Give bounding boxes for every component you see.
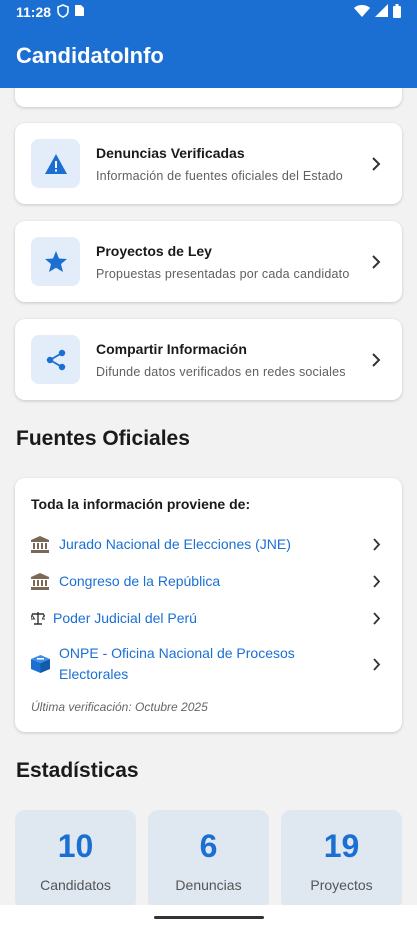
stat-card-candidatos: 10 Candidatos (15, 810, 136, 905)
stat-value: 10 (57, 828, 94, 864)
stat-value: 6 (199, 828, 218, 864)
status-time: 11:28 (16, 4, 52, 20)
warning-icon (31, 139, 80, 188)
source-link-onpe[interactable]: ONPE - Oficina Nacional de Procesos Elec… (31, 643, 386, 685)
feature-subtitle: Información de fuentes oficiales del Est… (96, 168, 343, 183)
stat-label: Proyectos (310, 877, 373, 893)
ballot-box-icon (31, 655, 53, 673)
stat-card-proyectos: 19 Proyectos (281, 810, 402, 905)
sources-header: Toda la información proviene de: (31, 496, 251, 512)
app-bar: CandidatoInfo (0, 24, 417, 88)
chevron-right-icon (366, 350, 386, 370)
source-link-poder-judicial[interactable]: Poder Judicial del Perú (31, 608, 386, 629)
feature-card-compartir[interactable]: Compartir Información Difunde datos veri… (15, 319, 402, 400)
chevron-right-icon (366, 609, 386, 629)
app-title: CandidatoInfo (16, 43, 164, 68)
signal-icon (375, 4, 388, 20)
scales-icon (31, 612, 47, 625)
bank-icon (31, 573, 53, 590)
source-link-congreso[interactable]: Congreso de la República (31, 571, 386, 592)
bank-icon (31, 536, 53, 553)
stat-label: Candidatos (40, 877, 111, 893)
main-content[interactable]: Denuncias Verificadas Información de fue… (0, 88, 417, 905)
wifi-icon (354, 4, 370, 20)
chevron-right-icon (366, 654, 386, 674)
battery-icon (393, 3, 401, 21)
chevron-right-icon (366, 154, 386, 174)
home-gesture-handle[interactable] (154, 916, 264, 919)
sim-card-icon (74, 4, 85, 20)
stats-section-title: Estadísticas (16, 759, 139, 782)
status-bar: 11:28 (0, 0, 417, 24)
source-label: Poder Judicial del Perú (53, 610, 197, 626)
feature-title: Denuncias Verificadas (96, 144, 245, 161)
source-label: ONPE - Oficina Nacional de Procesos Elec… (59, 645, 295, 682)
feature-card-proyectos[interactable]: Proyectos de Ley Propuestas presentadas … (15, 221, 402, 302)
feature-title: Proyectos de Ley (96, 242, 212, 259)
sources-card: Toda la información proviene de: Jurado … (15, 478, 402, 732)
feature-subtitle: Difunde datos verificados en redes socia… (96, 364, 346, 379)
source-link-jne[interactable]: Jurado Nacional de Elecciones (JNE) (31, 534, 386, 555)
share-icon (31, 335, 80, 384)
stat-label: Denuncias (175, 877, 242, 893)
star-icon (31, 237, 80, 286)
chevron-right-icon (366, 572, 386, 592)
feature-title: Compartir Información (96, 340, 247, 357)
navigation-bar (0, 905, 417, 928)
sources-section-title: Fuentes Oficiales (16, 427, 190, 450)
feature-card-partial[interactable] (15, 88, 402, 107)
stat-card-denuncias: 6 Denuncias (148, 810, 269, 905)
source-label: Jurado Nacional de Elecciones (JNE) (59, 536, 291, 552)
shield-icon (57, 3, 69, 21)
stat-value: 19 (323, 828, 360, 864)
last-verified-text: Última verificación: Octubre 2025 (31, 700, 208, 714)
feature-card-denuncias[interactable]: Denuncias Verificadas Información de fue… (15, 123, 402, 204)
source-label: Congreso de la República (59, 573, 221, 589)
chevron-right-icon (366, 252, 386, 272)
chevron-right-icon (366, 535, 386, 555)
feature-subtitle: Propuestas presentadas por cada candidat… (96, 266, 350, 281)
